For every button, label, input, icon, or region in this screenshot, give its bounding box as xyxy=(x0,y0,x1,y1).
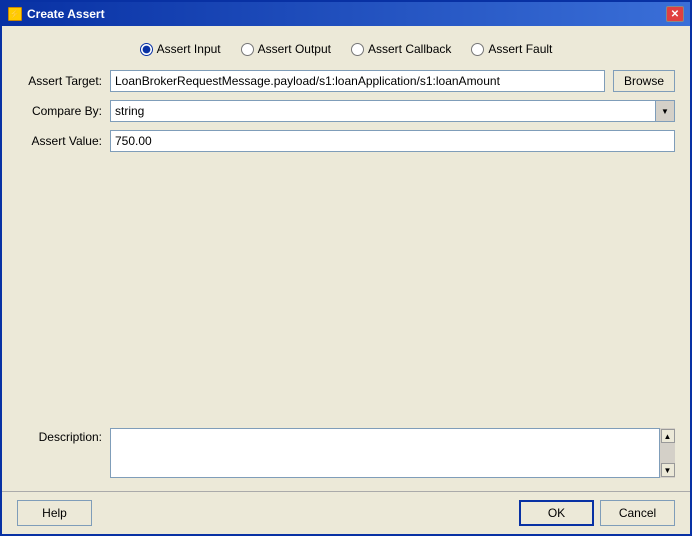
assert-type-radio-group: Assert Input Assert Output Assert Callba… xyxy=(17,36,675,62)
assert-output-option[interactable]: Assert Output xyxy=(241,42,331,56)
help-button[interactable]: Help xyxy=(17,500,92,526)
assert-target-label: Assert Target: xyxy=(17,74,102,88)
browse-button[interactable]: Browse xyxy=(613,70,675,92)
assert-callback-label: Assert Callback xyxy=(368,42,451,56)
spacer xyxy=(17,160,675,420)
footer-right-buttons: OK Cancel xyxy=(519,500,675,526)
description-textarea[interactable] xyxy=(110,428,675,478)
assert-value-label: Assert Value: xyxy=(17,134,102,148)
assert-target-row: Assert Target: Browse xyxy=(17,70,675,92)
assert-output-label: Assert Output xyxy=(258,42,331,56)
description-scrollbar: ▲ ▼ xyxy=(659,428,675,478)
scroll-down-button[interactable]: ▼ xyxy=(661,463,675,477)
description-row: Description: ▲ ▼ xyxy=(17,428,675,481)
assert-target-input[interactable] xyxy=(110,70,605,92)
compare-by-label: Compare By: xyxy=(17,104,102,118)
assert-input-option[interactable]: Assert Input xyxy=(140,42,221,56)
title-bar-buttons: ✕ xyxy=(666,6,684,22)
compare-by-row: Compare By: string integer boolean float… xyxy=(17,100,675,122)
title-bar: ⚡ Create Assert ✕ xyxy=(2,2,690,26)
window-title: Create Assert xyxy=(27,7,105,21)
assert-value-input[interactable] xyxy=(110,130,675,152)
compare-by-select[interactable]: string integer boolean float xpath xyxy=(110,100,675,122)
title-bar-left: ⚡ Create Assert xyxy=(8,7,105,21)
dialog-footer: Help OK Cancel xyxy=(2,491,690,534)
assert-input-radio[interactable] xyxy=(140,43,153,56)
assert-fault-label: Assert Fault xyxy=(488,42,552,56)
assert-callback-radio[interactable] xyxy=(351,43,364,56)
cancel-button[interactable]: Cancel xyxy=(600,500,675,526)
assert-output-radio[interactable] xyxy=(241,43,254,56)
scroll-down-icon: ▼ xyxy=(664,466,672,475)
scroll-up-button[interactable]: ▲ xyxy=(661,429,675,443)
window-icon: ⚡ xyxy=(8,7,22,21)
scroll-up-icon: ▲ xyxy=(664,432,672,441)
assert-input-label: Assert Input xyxy=(157,42,221,56)
assert-value-row: Assert Value: xyxy=(17,130,675,152)
close-button[interactable]: ✕ xyxy=(666,6,684,22)
compare-by-wrapper: string integer boolean float xpath ▼ xyxy=(110,100,675,122)
description-wrapper: ▲ ▼ xyxy=(110,428,675,481)
assert-fault-radio[interactable] xyxy=(471,43,484,56)
ok-button[interactable]: OK xyxy=(519,500,594,526)
assert-callback-option[interactable]: Assert Callback xyxy=(351,42,451,56)
dialog-content: Assert Input Assert Output Assert Callba… xyxy=(2,26,690,491)
description-label: Description: xyxy=(17,428,102,444)
assert-fault-option[interactable]: Assert Fault xyxy=(471,42,552,56)
create-assert-dialog: ⚡ Create Assert ✕ Assert Input Assert Ou… xyxy=(0,0,692,536)
